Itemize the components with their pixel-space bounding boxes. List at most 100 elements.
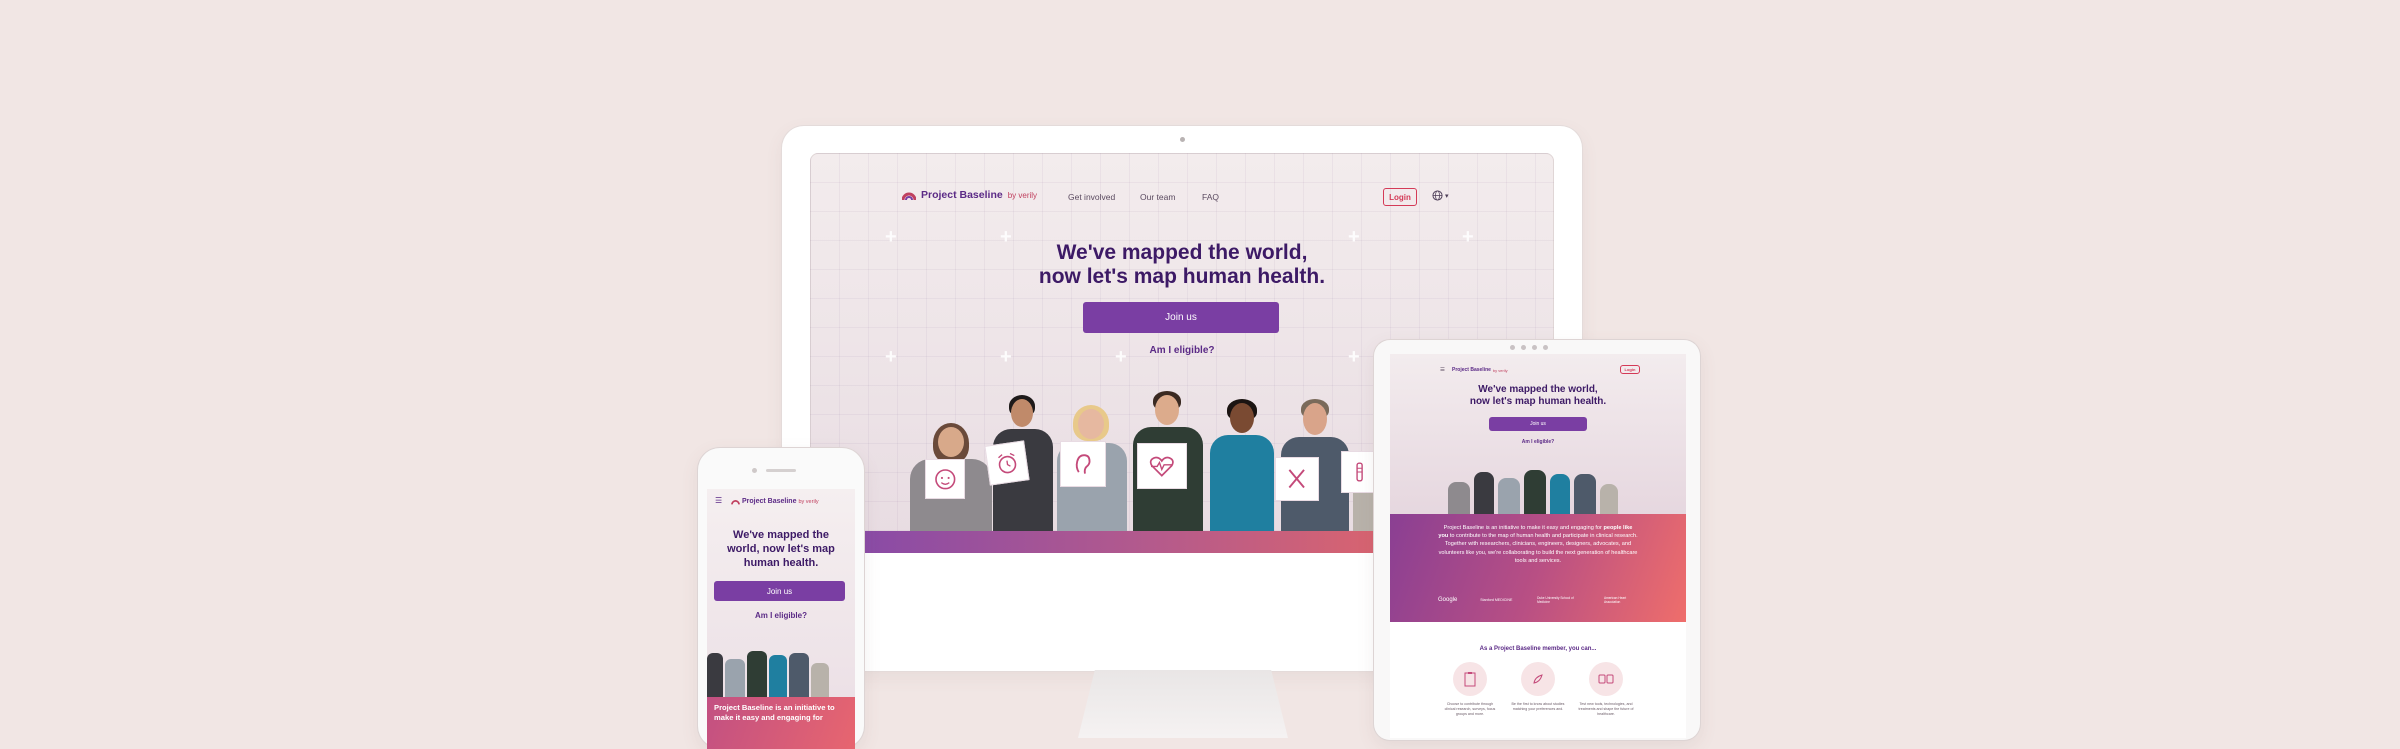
plus-decoration-icon: + xyxy=(885,346,897,368)
phone-intro-line2: make it easy and engaging for xyxy=(714,713,823,722)
person-head xyxy=(1078,409,1104,439)
sign-utensils-icon xyxy=(1275,457,1319,501)
monitor-camera xyxy=(1180,137,1185,142)
phone-brand-logo[interactable]: Project Baseline by verily xyxy=(731,498,819,505)
person-head xyxy=(1155,395,1179,425)
tablet-hero-title-line2: now let's map human health. xyxy=(1469,396,1607,407)
tablet-sensor xyxy=(1543,345,1548,350)
tablet-partner-logos: Google Stanford MEDICINE Duke University… xyxy=(1438,596,1638,604)
tablet-sensor xyxy=(1532,345,1537,350)
phone-people-photo xyxy=(707,627,855,697)
am-i-eligible-link[interactable]: Am I eligible? xyxy=(1082,345,1282,356)
phone-brand-name: Project Baseline xyxy=(742,498,797,505)
partner-aha: American Heart Association xyxy=(1603,596,1627,604)
person-head xyxy=(1011,399,1033,427)
benefit-item: Be the first to know about studies match… xyxy=(1510,662,1566,717)
tablet-brand-logo[interactable]: Project Baseline by verily xyxy=(1452,367,1508,373)
person-head xyxy=(938,427,964,457)
tablet-benefits: Choose to contribute through clinical re… xyxy=(1442,662,1634,717)
person-head xyxy=(1230,403,1254,433)
sign-alarm-clock-icon xyxy=(984,440,1030,486)
tablet-people-photo xyxy=(1448,459,1628,514)
phone-am-i-eligible-link[interactable]: Am I eligible? xyxy=(711,611,851,620)
benefit-devices-icon xyxy=(1589,662,1623,696)
benefit-rocket-icon xyxy=(1521,662,1555,696)
plus-decoration-icon: + xyxy=(885,226,897,248)
hero-title-line2: now let's map human health. xyxy=(1038,265,1326,288)
monitor-stand xyxy=(1078,670,1288,738)
plus-decoration-icon: + xyxy=(1000,346,1012,368)
phone-intro-line1: Project Baseline is an initiative to xyxy=(714,703,835,712)
sign-baby-icon xyxy=(925,459,965,499)
person-body xyxy=(1498,478,1520,514)
brand-name: Project Baseline xyxy=(921,189,1003,201)
sign-heartbeat-icon xyxy=(1137,443,1187,489)
tablet-brand-name: Project Baseline xyxy=(1452,367,1491,373)
person-body xyxy=(747,651,767,697)
benefit-item: Choose to contribute through clinical re… xyxy=(1442,662,1498,717)
person-body xyxy=(789,653,809,697)
person-body xyxy=(1524,470,1546,514)
person-body xyxy=(707,653,723,697)
tablet-am-i-eligible-link[interactable]: Am I eligible? xyxy=(1488,439,1588,445)
person-head xyxy=(1303,403,1327,435)
hamburger-menu-icon[interactable]: ☰ xyxy=(1440,367,1445,373)
tablet-intro-text: Project Baseline is an initiative to mak… xyxy=(1438,524,1638,565)
person-body xyxy=(725,659,745,697)
phone-hero-title-line1: We've mapped the xyxy=(733,529,829,541)
hero-title: We've mapped the world, now let's map hu… xyxy=(932,241,1432,289)
partner-stanford: Stanford MEDICINE xyxy=(1480,598,1513,602)
tablet-login-button[interactable]: Login xyxy=(1620,365,1640,374)
nav-our-team[interactable]: Our team xyxy=(1140,192,1175,202)
tablet-intro-pre: Project Baseline is an initiative to mak… xyxy=(1443,525,1604,531)
person-body xyxy=(1600,484,1618,514)
tablet-join-us-button[interactable]: Join us xyxy=(1489,417,1587,431)
phone-camera xyxy=(752,468,757,473)
tablet-intro-post: to contribute to the map of human health… xyxy=(1438,533,1638,564)
tablet-sensor xyxy=(1521,345,1526,350)
chevron-down-icon: ▾ xyxy=(1445,192,1449,200)
person-body xyxy=(1448,482,1470,514)
phone-hamburger-menu-icon[interactable]: ☰ xyxy=(715,496,722,505)
phone-hero-title-line3: human health. xyxy=(743,557,819,569)
join-us-button[interactable]: Join us xyxy=(1083,302,1279,333)
intro-band xyxy=(865,531,1385,553)
benefit-text: Choose to contribute through clinical re… xyxy=(1444,702,1496,716)
tablet-sensor xyxy=(1510,345,1515,350)
sign-ear-icon xyxy=(1060,441,1106,487)
content-area xyxy=(865,553,1385,670)
login-button[interactable]: Login xyxy=(1383,188,1417,206)
brand-logo[interactable]: Project Baseline by verily xyxy=(902,189,1037,201)
person-body xyxy=(769,655,787,697)
benefit-text: Test new tools, technologies, and treatm… xyxy=(1578,702,1634,716)
phone-hero-title-line2: world, now let's map xyxy=(727,543,835,555)
person-body xyxy=(811,663,829,697)
phone-join-us-button[interactable]: Join us xyxy=(714,581,845,601)
person-body xyxy=(1550,474,1570,514)
hero-title-line1: We've mapped the world, xyxy=(1056,241,1308,264)
plus-decoration-icon: + xyxy=(1462,226,1474,248)
partner-duke: Duke University School of Medicine xyxy=(1537,596,1574,604)
benefit-text: Be the first to know about studies match… xyxy=(1511,702,1565,711)
phone-speaker xyxy=(766,469,796,472)
nav-get-involved[interactable]: Get involved xyxy=(1068,192,1115,202)
baseline-logo-icon xyxy=(902,192,916,201)
partner-google: Google xyxy=(1438,597,1458,603)
benefit-item: Test new tools, technologies, and treatm… xyxy=(1578,662,1634,717)
globe-icon xyxy=(1432,190,1443,201)
brand-by: by verily xyxy=(1007,190,1038,200)
tablet-hero-title-line1: We've mapped the world, xyxy=(1478,384,1598,395)
tablet-sensors xyxy=(1510,345,1548,350)
person-body xyxy=(1210,435,1274,531)
tablet-member-heading: As a Project Baseline member, you can... xyxy=(1479,646,1597,652)
benefit-clipboard-icon xyxy=(1453,662,1487,696)
phone-baseline-logo-icon xyxy=(731,500,740,505)
phone-intro-text: Project Baseline is an initiative to mak… xyxy=(714,703,852,723)
phone-brand-by: by verily xyxy=(798,498,819,505)
tablet-screen: ☰ Project Baseline by verily Login We've… xyxy=(1390,354,1686,738)
phone-hero-title: We've mapped the world, now let's map hu… xyxy=(711,528,851,570)
nav-faq[interactable]: FAQ xyxy=(1202,192,1219,202)
phone-screen: ☰ Project Baseline by verily We've mappe… xyxy=(707,489,855,749)
language-selector[interactable]: ▾ xyxy=(1432,190,1449,201)
tablet-hero-title: We've mapped the world, now let's map hu… xyxy=(1410,384,1666,408)
